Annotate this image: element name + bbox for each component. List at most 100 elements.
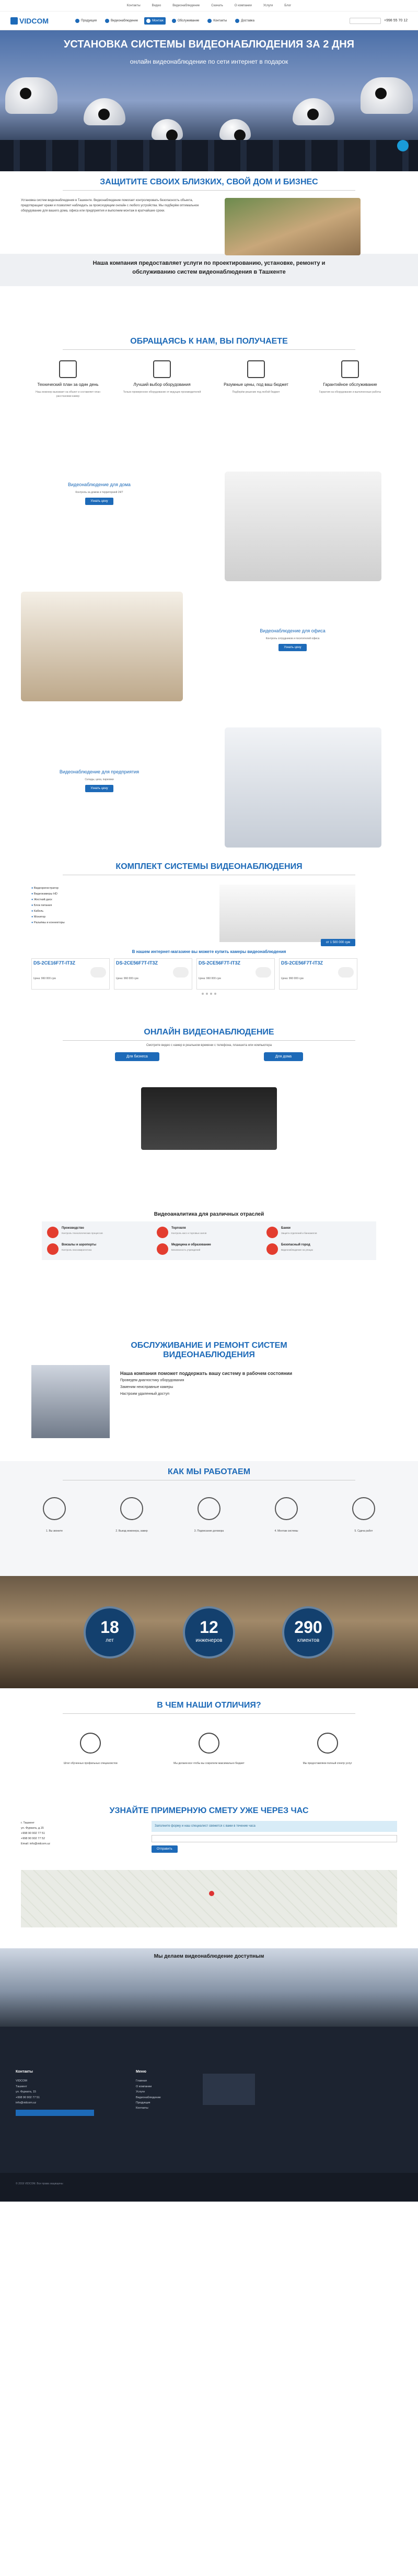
product-card[interactable]: DS-2CE56F7T-IT3Z Цена: 960 000 сум	[279, 958, 357, 990]
camera-image	[173, 967, 189, 978]
footer-line: VIDCOM	[16, 2079, 27, 2083]
contact-email[interactable]: Email: info@vidcom.uz	[21, 1842, 141, 1847]
hero-subtitle: онлайн видеонаблюдение по сети интернет …	[130, 58, 288, 65]
product-card[interactable]: DS-2CE16F7T-IT3Z Цена: 960 000 сум	[31, 958, 110, 990]
repair-line: Заменим неисправные камеры	[120, 1385, 173, 1389]
logo[interactable]: VIDCOM	[10, 17, 73, 25]
nav-label: Видеонаблюдение	[111, 19, 138, 22]
chat-icon[interactable]	[397, 140, 409, 151]
scene-card: Видеонаблюдение для дома Контроль за домо…	[42, 482, 157, 505]
footer-link[interactable]: Контакты	[136, 2106, 161, 2111]
toplink[interactable]: Услуги	[263, 4, 273, 7]
contact-phone[interactable]: +998 90 902 77 52	[21, 1837, 141, 1842]
camera-image	[338, 967, 354, 978]
diff-text: Штат обученных профильных специалистов	[63, 1762, 118, 1765]
stat-label: лет	[106, 1637, 114, 1643]
stats-section: 18 лет 12 инженеров 290 клиентов	[0, 1576, 418, 1688]
shield-icon	[266, 1243, 278, 1255]
home-button[interactable]: Для дома	[263, 1052, 304, 1061]
step-label: 2. Выезд инженера, замер	[115, 1530, 148, 1533]
section-title: ЗАЩИТИТЕ СВОИХ БЛИЗКИХ, СВОЙ ДОМ И БИЗНЕ…	[100, 178, 318, 186]
online-section: ОНЛАЙН ВИДЕОНАБЛЮДЕНИЕ Смотрите видео с …	[0, 1028, 418, 1205]
contact-line: ул. Фурката, д.15	[21, 1826, 44, 1830]
footer-link[interactable]: О компании	[136, 2084, 161, 2089]
stat-label: инженеров	[195, 1637, 223, 1643]
kit-item: Блок питания	[31, 903, 219, 909]
nav-icon	[105, 18, 110, 23]
industry-item: Медицина и образование Безопасность учреж…	[157, 1243, 261, 1255]
product-name: DS-2CE56F7T-IT3Z	[116, 960, 158, 966]
kit-list: Видеорегистратор Видеокамеры HD Жесткий …	[0, 878, 219, 942]
nav-icon	[146, 18, 151, 23]
product-card[interactable]: DS-2CE56F7T-IT3Z Цена: 960 000 сум	[196, 958, 275, 990]
analytics-title: Видеоаналитика для различных отраслей	[154, 1211, 264, 1217]
stat-label: клиентов	[297, 1637, 320, 1643]
toplink[interactable]: Скачать	[211, 4, 223, 7]
carousel-dots[interactable]	[0, 993, 418, 995]
contact-info: г. Ташкент ул. Фурката, д.15 +998 90 902…	[21, 1821, 141, 1853]
hero-title: УСТАНОВКА СИСТЕМЫ ВИДЕОНАБЛЮДЕНИЯ ЗА 2 Д…	[63, 39, 355, 50]
factory-3d-image	[225, 727, 381, 848]
price-button[interactable]: Узнать цену	[85, 498, 113, 505]
house-3d-image	[225, 472, 381, 581]
online-text: Смотрите видео с камер в реальном времен…	[146, 1044, 272, 1047]
toplink[interactable]: Контакты	[127, 4, 141, 7]
section-title: В ЧЕМ НАШИ ОТЛИЧИЯ?	[157, 1701, 261, 1710]
kit-item: Жесткий диск	[31, 897, 219, 903]
camera-image	[90, 967, 106, 978]
kit-item: Видеокамеры HD	[31, 891, 219, 897]
toplink[interactable]: Видео	[152, 4, 161, 7]
footer-link[interactable]: Видеонаблюдение	[136, 2095, 161, 2100]
map[interactable]	[21, 1870, 397, 1927]
kit-item: Монитор	[31, 914, 219, 920]
footer-line[interactable]: info@vidcom.uz	[16, 2100, 94, 2106]
diff-item: Мы делаем все чтобы вы сократили максима…	[165, 1733, 253, 1766]
camera-image	[219, 119, 251, 141]
toplink[interactable]: О компании	[235, 4, 252, 7]
nav-icon	[75, 18, 79, 23]
scene-card: Видеонаблюдение для предприятия Склады, ц…	[37, 769, 162, 792]
step-item: 3. Подписание договора	[180, 1497, 238, 1534]
toplink[interactable]: Видеонаблюдение	[172, 4, 200, 7]
toplink[interactable]: Блог	[284, 4, 291, 7]
contact-phone[interactable]: +998 90 902 77 51	[21, 1831, 141, 1837]
nav-item[interactable]: Обслуживание	[170, 17, 201, 25]
industry-title: Банки	[281, 1227, 291, 1230]
submit-button[interactable]: Отправить	[152, 1845, 178, 1853]
nav-item[interactable]: Контакты	[205, 17, 229, 25]
topbar: Контакты Видео Видеонаблюдение Скачать О…	[0, 0, 418, 11]
document-icon	[198, 1497, 220, 1520]
business-button[interactable]: Для бизнеса	[114, 1052, 159, 1061]
divider	[63, 190, 355, 191]
footer-link[interactable]: Продукция	[136, 2100, 161, 2106]
social-widget[interactable]	[202, 2074, 255, 2105]
footer-link[interactable]: Главная	[136, 2078, 161, 2084]
footer-button[interactable]	[16, 2110, 94, 2116]
feature-title: Гарантийное обслуживание	[323, 382, 377, 387]
nav-item[interactable]: Монтаж	[144, 17, 166, 25]
nav-item[interactable]: Видеонаблюдение	[103, 17, 140, 25]
diff-item: Штат обученных профильных специалистов	[46, 1733, 135, 1766]
header: VIDCOM Продукция Видеонаблюдение Монтаж …	[0, 11, 418, 30]
nav-item[interactable]: Доставка	[233, 17, 257, 25]
kit-note: В нашем интернет-магазине вы можете купи…	[132, 949, 286, 954]
footer-line[interactable]: +998 90 902 77 51	[16, 2095, 94, 2100]
header-phone[interactable]: +998 55 70 12	[384, 19, 408, 22]
industry-title: Вокзалы и аэропорты	[62, 1243, 97, 1246]
feature-text: Наш инженер выезжает на объект и составл…	[36, 391, 100, 398]
product-card[interactable]: DS-2CE56F7T-IT3Z Цена: 960 000 сум	[114, 958, 192, 990]
kit-price-button[interactable]: от 1 500 000 сум	[320, 939, 355, 946]
nav-item[interactable]: Продукция	[73, 17, 99, 25]
city-skyline	[0, 140, 418, 171]
phone-icon	[43, 1497, 66, 1520]
feature-title: Разумные цены, под ваш бюджет	[224, 382, 288, 387]
search-input[interactable]	[350, 17, 381, 24]
footer-link[interactable]: Услуги	[136, 2089, 161, 2095]
camera-image	[256, 967, 271, 978]
form-input[interactable]	[152, 1835, 397, 1842]
plan-icon	[59, 360, 77, 378]
price-button[interactable]: Узнать цену	[278, 644, 307, 651]
price-button[interactable]: Узнать цену	[85, 785, 113, 792]
feature-text: Гарантия на оборудование и выполненные р…	[319, 391, 381, 394]
devices-image	[141, 1087, 277, 1150]
